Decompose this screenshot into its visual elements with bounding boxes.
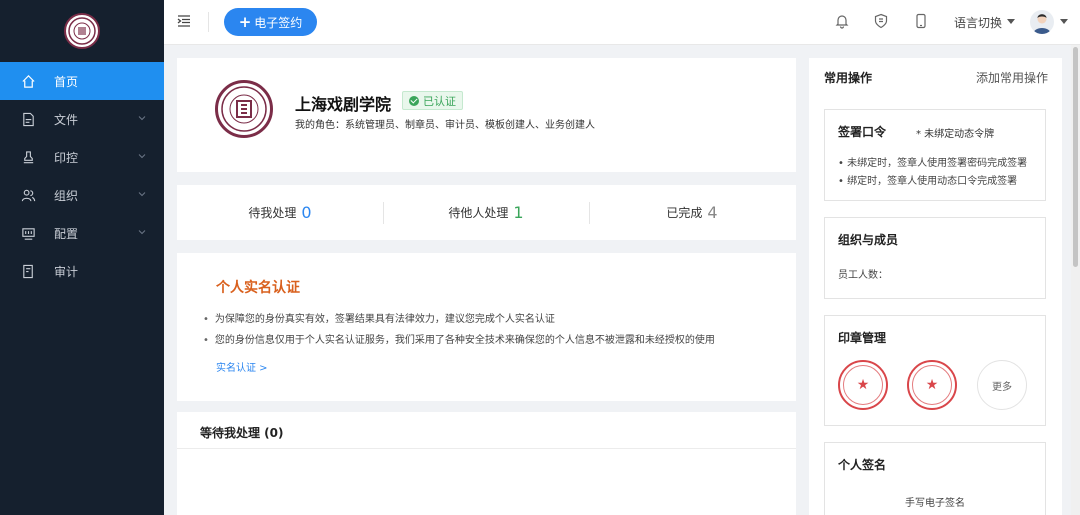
- list-item: 您的身份信息仅用于个人实名认证服务，我们采用了各种安全技术来确保您的个人信息不被…: [203, 331, 715, 346]
- org-logo: [215, 80, 273, 138]
- box-title: 个人签名: [838, 458, 887, 472]
- org-info-card: 上海戏剧学院 已认证 我的角色：系统管理员、制章员、审计员、模板创建人、业务创建…: [177, 58, 796, 172]
- sign-password-box[interactable]: 签署口令 * 未绑定动态令牌 • 未绑定时，签章人使用签署密码完成签署 • 绑定…: [824, 109, 1046, 201]
- sidebar-item-label: 配置: [54, 226, 79, 241]
- sidebar-item-label: 组织: [54, 188, 79, 203]
- bell-icon[interactable]: [834, 13, 850, 29]
- users-icon: [20, 187, 36, 203]
- scrollbar-thumb[interactable]: [1073, 47, 1078, 267]
- plus-icon: +: [238, 13, 252, 31]
- check-circle-icon: [409, 95, 419, 106]
- realname-verification-card: 个人实名认证 为保障您的身份真实有效，签署结果具有法律效力，建议您完成个人实名认…: [177, 253, 796, 401]
- box-title: 签署口令: [838, 125, 887, 139]
- chevron-down-icon: [138, 192, 146, 197]
- sidebar-item-label: 印控: [54, 150, 79, 165]
- pending-title: 等待我处理 (0): [200, 426, 284, 440]
- star-icon: ★: [843, 365, 883, 405]
- box-title: 印章管理: [838, 331, 887, 345]
- sidebar-item-organization[interactable]: 组织: [0, 176, 164, 214]
- org-name: 上海戏剧学院: [295, 95, 392, 114]
- caret-down-icon[interactable]: [1007, 19, 1015, 24]
- sidebar-item-config[interactable]: 配置: [0, 214, 164, 252]
- menu-collapse-icon[interactable]: [176, 13, 192, 29]
- avatar[interactable]: [1030, 10, 1054, 34]
- add-quick-action-link[interactable]: 添加常用操作: [976, 69, 1048, 86]
- stat-count: 4: [707, 203, 718, 222]
- config-icon: [20, 225, 36, 241]
- seal-image[interactable]: ★: [838, 360, 888, 410]
- stat-label: 待他人处理: [448, 206, 509, 220]
- realname-title: 个人实名认证: [216, 280, 300, 296]
- school-seal-logo: [64, 13, 100, 49]
- sidebar-logo[interactable]: [0, 0, 164, 62]
- file-icon: [20, 111, 36, 127]
- verified-label: 已认证: [423, 94, 456, 108]
- home-icon: [20, 73, 36, 89]
- stat-pending-me[interactable]: 待我处理 0: [177, 185, 383, 240]
- page-scrollbar[interactable]: [1071, 45, 1080, 515]
- stat-label: 已完成: [666, 206, 703, 220]
- audit-icon: [20, 263, 36, 279]
- chevron-down-icon: [138, 116, 146, 121]
- stamp-icon: [20, 149, 36, 165]
- chevron-down-icon: [138, 154, 146, 159]
- shield-icon[interactable]: [873, 13, 889, 29]
- list-item: • 未绑定时，签章人使用签署密码完成签署: [838, 158, 1028, 169]
- caret-down-icon[interactable]: [1060, 19, 1068, 24]
- stat-pending-others[interactable]: 待他人处理 1: [383, 185, 589, 240]
- quick-actions-panel: 常用操作 添加常用操作 签署口令 * 未绑定动态令牌 • 未绑定时，签章人使用签…: [809, 58, 1062, 515]
- sidebar-item-stamp-control[interactable]: 印控: [0, 138, 164, 176]
- quick-actions-title: 常用操作: [824, 71, 873, 85]
- box-title: 组织与成员: [838, 233, 899, 247]
- org-members-box[interactable]: 组织与成员 员工人数：: [824, 217, 1046, 299]
- star-icon: ★: [912, 365, 952, 405]
- top-bar: + 电子签约 语言切换: [164, 0, 1080, 45]
- personal-signature-box[interactable]: 个人签名 手写电子签名: [824, 442, 1046, 515]
- sidebar-item-audit[interactable]: 审计: [0, 252, 164, 290]
- stat-count: 0: [301, 203, 312, 222]
- task-stats-card: 待我处理 0 待他人处理 1 已完成 4: [177, 185, 796, 240]
- verified-badge: 已认证: [402, 91, 463, 110]
- sidebar-item-label: 文件: [54, 112, 79, 127]
- stat-count: 1: [513, 203, 524, 222]
- divider: [177, 448, 796, 449]
- divider: [208, 12, 209, 32]
- seal-image[interactable]: ★: [907, 360, 957, 410]
- new-esign-label: 电子签约: [254, 15, 303, 30]
- stat-label: 待我处理: [248, 206, 297, 220]
- more-seals-button[interactable]: 更多: [977, 360, 1027, 410]
- employee-count-label: 员工人数：: [838, 270, 888, 281]
- sidebar-item-files[interactable]: 文件: [0, 100, 164, 138]
- mobile-icon[interactable]: [913, 13, 929, 29]
- list-item: • 绑定时，签章人使用动态口令完成签署: [838, 176, 1018, 187]
- sidebar-item-home[interactable]: 首页: [0, 62, 164, 100]
- new-esign-button[interactable]: + 电子签约: [224, 8, 317, 36]
- sidebar-item-label: 审计: [54, 264, 79, 279]
- language-switch[interactable]: 语言切换: [954, 14, 1002, 31]
- my-roles: 我的角色：系统管理员、制章员、审计员、模板创建人、业务创建人: [295, 120, 595, 131]
- pending-list-card: 等待我处理 (0): [177, 412, 796, 515]
- sidebar: 首页 文件 印控 组织 配置 审计: [0, 0, 164, 515]
- stat-completed[interactable]: 已完成 4: [589, 185, 795, 240]
- chevron-down-icon: [138, 230, 146, 235]
- list-item: 为保障您的身份真实有效，签署结果具有法律效力，建议您完成个人实名认证: [203, 310, 555, 325]
- sidebar-item-label: 首页: [54, 74, 79, 89]
- seal-management-box: 印章管理 ★ ★ 更多: [824, 315, 1046, 426]
- handwritten-signature-label: 手写电子签名: [905, 498, 965, 509]
- realname-verify-link[interactable]: 实名认证 >: [216, 359, 268, 374]
- token-status: * 未绑定动态令牌: [916, 129, 995, 140]
